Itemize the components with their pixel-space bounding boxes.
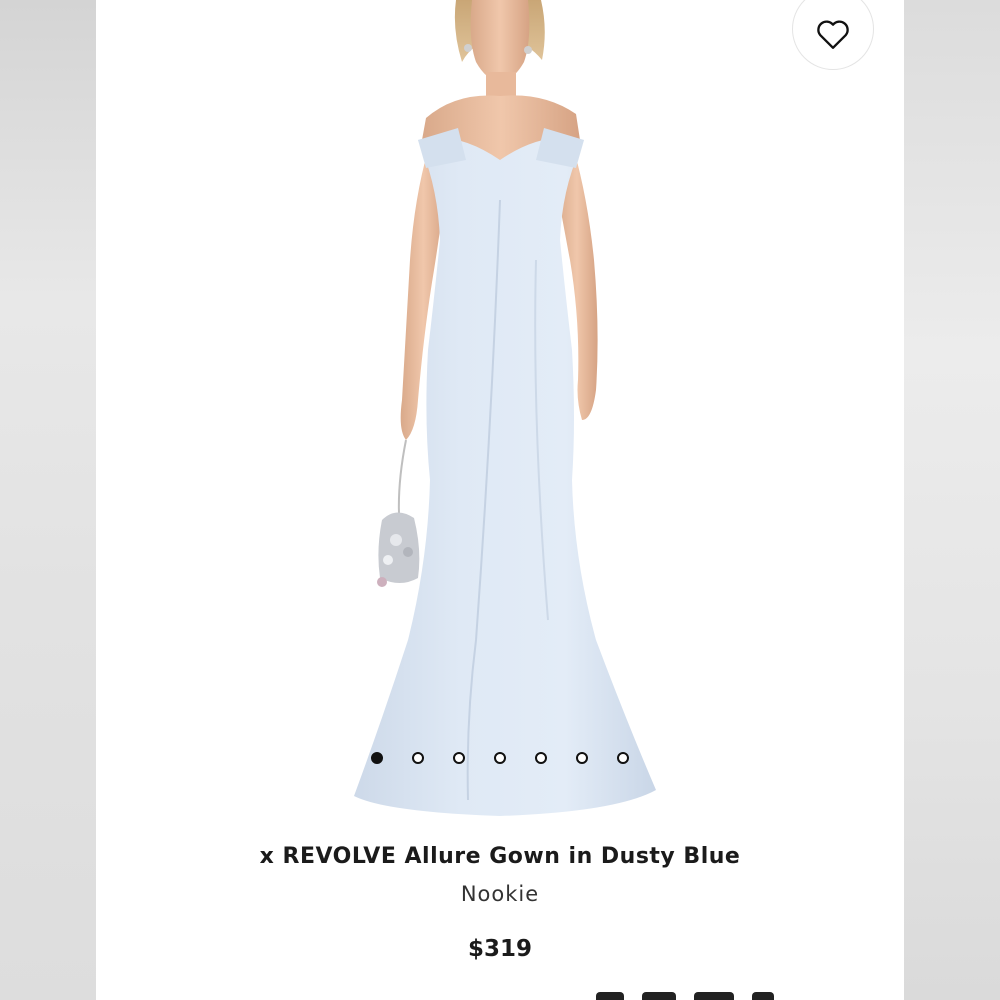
- blurred-backdrop-right: [904, 0, 1000, 1000]
- gallery-dot-7[interactable]: [617, 752, 629, 764]
- cropped-content-below: [596, 992, 796, 1000]
- product-brand[interactable]: Nookie: [96, 882, 904, 906]
- product-title: x REVOLVE Allure Gown in Dusty Blue: [259, 844, 741, 869]
- gallery-dot-5[interactable]: [535, 752, 547, 764]
- gallery-dot-3[interactable]: [453, 752, 465, 764]
- model-bag: [378, 512, 420, 583]
- gown: [354, 137, 656, 816]
- gallery-dot-1[interactable]: [371, 752, 383, 764]
- product-image[interactable]: [96, 0, 904, 830]
- heart-outline-icon: [817, 20, 849, 49]
- gallery-dot-6[interactable]: [576, 752, 588, 764]
- gallery-pagination: [96, 752, 904, 764]
- model-face: [470, 0, 530, 82]
- gallery-dot-4[interactable]: [494, 752, 506, 764]
- product-card: x REVOLVE Allure Gown in Dusty Blue Nook…: [96, 0, 904, 1000]
- product-price: $319: [467, 936, 532, 962]
- gallery-dot-2[interactable]: [412, 752, 424, 764]
- blurred-backdrop-left: [0, 0, 96, 1000]
- screenshot-frame: x REVOLVE Allure Gown in Dusty Blue Nook…: [0, 0, 1000, 1000]
